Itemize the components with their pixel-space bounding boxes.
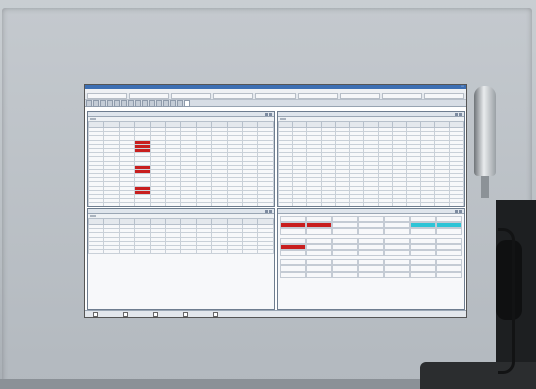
device-tab-strip xyxy=(85,99,466,107)
status-cell xyxy=(332,271,358,278)
monitor-screen: ▫▫▫ xyxy=(84,84,467,318)
status-block xyxy=(280,237,462,257)
device-tab[interactable] xyxy=(93,99,99,107)
status-cell xyxy=(358,228,384,235)
toolbar-button[interactable] xyxy=(339,93,380,99)
data-grid-top-left xyxy=(88,121,274,206)
status-cell xyxy=(410,228,436,235)
grid-cell xyxy=(88,249,105,255)
grid-cell xyxy=(211,249,228,255)
grid-cell xyxy=(242,249,259,255)
status-cell xyxy=(358,249,384,257)
toolbar-button[interactable] xyxy=(255,93,296,99)
grid-cell xyxy=(180,249,197,255)
status-cell xyxy=(332,228,358,235)
grid-cell xyxy=(257,249,274,255)
grid-cell xyxy=(165,249,182,255)
toolbar-button[interactable] xyxy=(129,93,170,99)
grid-cell xyxy=(149,249,167,255)
device-tab[interactable] xyxy=(107,99,113,107)
toolbar-button[interactable] xyxy=(423,93,464,99)
window-controls[interactable]: ▫▫▫ xyxy=(461,85,464,89)
device-tab[interactable] xyxy=(163,99,169,107)
grid-cell xyxy=(103,249,120,255)
device-tab[interactable] xyxy=(100,99,106,107)
status-item[interactable] xyxy=(153,311,159,317)
pane-controls[interactable] xyxy=(265,112,272,116)
status-cell xyxy=(384,271,410,278)
grid-cell xyxy=(134,249,151,255)
status-cell xyxy=(358,271,384,278)
status-cell xyxy=(306,228,332,235)
device-tab[interactable] xyxy=(86,99,92,107)
status-cell xyxy=(384,249,410,257)
pane-bottom-right xyxy=(277,208,465,310)
mount-foot xyxy=(420,362,536,389)
pane-subtab[interactable] xyxy=(280,118,286,120)
pane-controls[interactable] xyxy=(265,209,272,213)
pane-controls[interactable] xyxy=(455,112,462,116)
device-tab[interactable] xyxy=(142,99,148,107)
device-tab[interactable] xyxy=(121,99,127,107)
data-grid-top-right xyxy=(278,121,464,206)
status-block xyxy=(280,216,462,235)
status-item[interactable] xyxy=(93,311,99,317)
pane-subtab[interactable] xyxy=(90,215,96,217)
pane-bottom-left xyxy=(87,208,275,310)
device-tab[interactable] xyxy=(184,99,190,107)
status-cell xyxy=(280,228,306,235)
device-tab[interactable] xyxy=(156,99,162,107)
probe-cable xyxy=(498,228,515,374)
status-cell xyxy=(436,228,462,235)
toolbar-button[interactable] xyxy=(213,93,254,99)
grid-cell xyxy=(118,249,136,255)
device-tab[interactable] xyxy=(114,99,120,107)
status-item[interactable] xyxy=(213,311,219,317)
toolbar-button[interactable] xyxy=(297,93,338,99)
status-item[interactable] xyxy=(183,311,189,317)
status-cell xyxy=(384,228,410,235)
sensor-probe xyxy=(474,86,496,176)
status-cell xyxy=(436,271,462,278)
status-cell xyxy=(410,271,436,278)
grid-cell xyxy=(195,249,213,255)
device-tab[interactable] xyxy=(128,99,134,107)
pane-top-left xyxy=(87,111,275,207)
toolbar-button[interactable] xyxy=(381,93,422,99)
sensor-probe-tip xyxy=(481,176,489,198)
toolbar-button[interactable] xyxy=(87,93,128,99)
status-bar xyxy=(85,310,466,317)
pane-controls[interactable] xyxy=(455,209,462,213)
pane-subtab[interactable] xyxy=(90,118,96,120)
device-tab[interactable] xyxy=(170,99,176,107)
status-cell xyxy=(332,249,358,257)
toolbar-button[interactable] xyxy=(171,93,212,99)
status-cell xyxy=(306,271,332,278)
status-cell xyxy=(410,249,436,257)
table-row[interactable] xyxy=(88,249,274,255)
device-tab[interactable] xyxy=(135,99,141,107)
data-grid-bottom-left xyxy=(88,218,274,255)
grid-cell xyxy=(226,249,244,255)
status-item[interactable] xyxy=(123,311,129,317)
device-tab[interactable] xyxy=(149,99,155,107)
device-tab[interactable] xyxy=(177,99,183,107)
status-cell xyxy=(280,249,306,257)
status-cell xyxy=(280,271,306,278)
pane-header xyxy=(278,209,464,214)
status-block xyxy=(280,259,462,278)
pane-top-right xyxy=(277,111,465,207)
status-cell xyxy=(436,249,462,257)
status-cell xyxy=(306,249,332,257)
